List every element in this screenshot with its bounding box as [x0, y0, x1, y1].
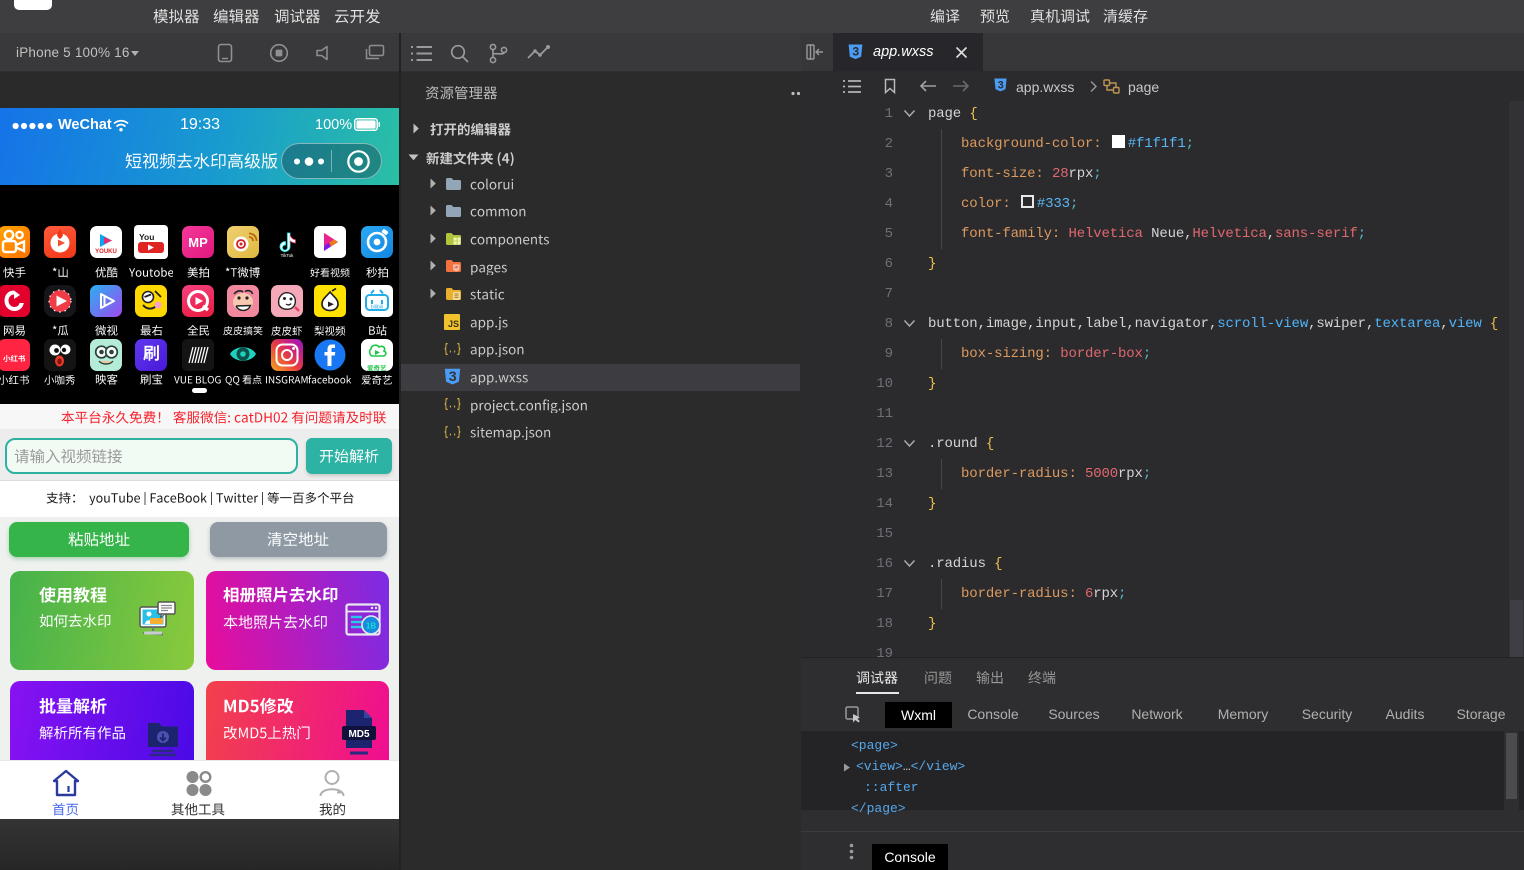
svg-text:MP: MP [188, 235, 208, 250]
svg-text:{..}: {..} [444, 397, 461, 412]
svg-text:{..}: {..} [444, 342, 461, 357]
svg-text:3: 3 [998, 79, 1004, 91]
svg-text:YOUKU: YOUKU [95, 249, 117, 255]
svg-text:{..}: {..} [444, 425, 461, 440]
svg-text:MD5: MD5 [348, 729, 370, 740]
svg-text:You: You [139, 232, 154, 242]
svg-text:1B: 1B [366, 622, 376, 631]
svg-text:TikTok: TikTok [281, 253, 295, 257]
svg-text:3: 3 [852, 45, 859, 59]
svg-text:3: 3 [449, 369, 457, 385]
svg-text:bilibili: bilibili [371, 304, 383, 310]
